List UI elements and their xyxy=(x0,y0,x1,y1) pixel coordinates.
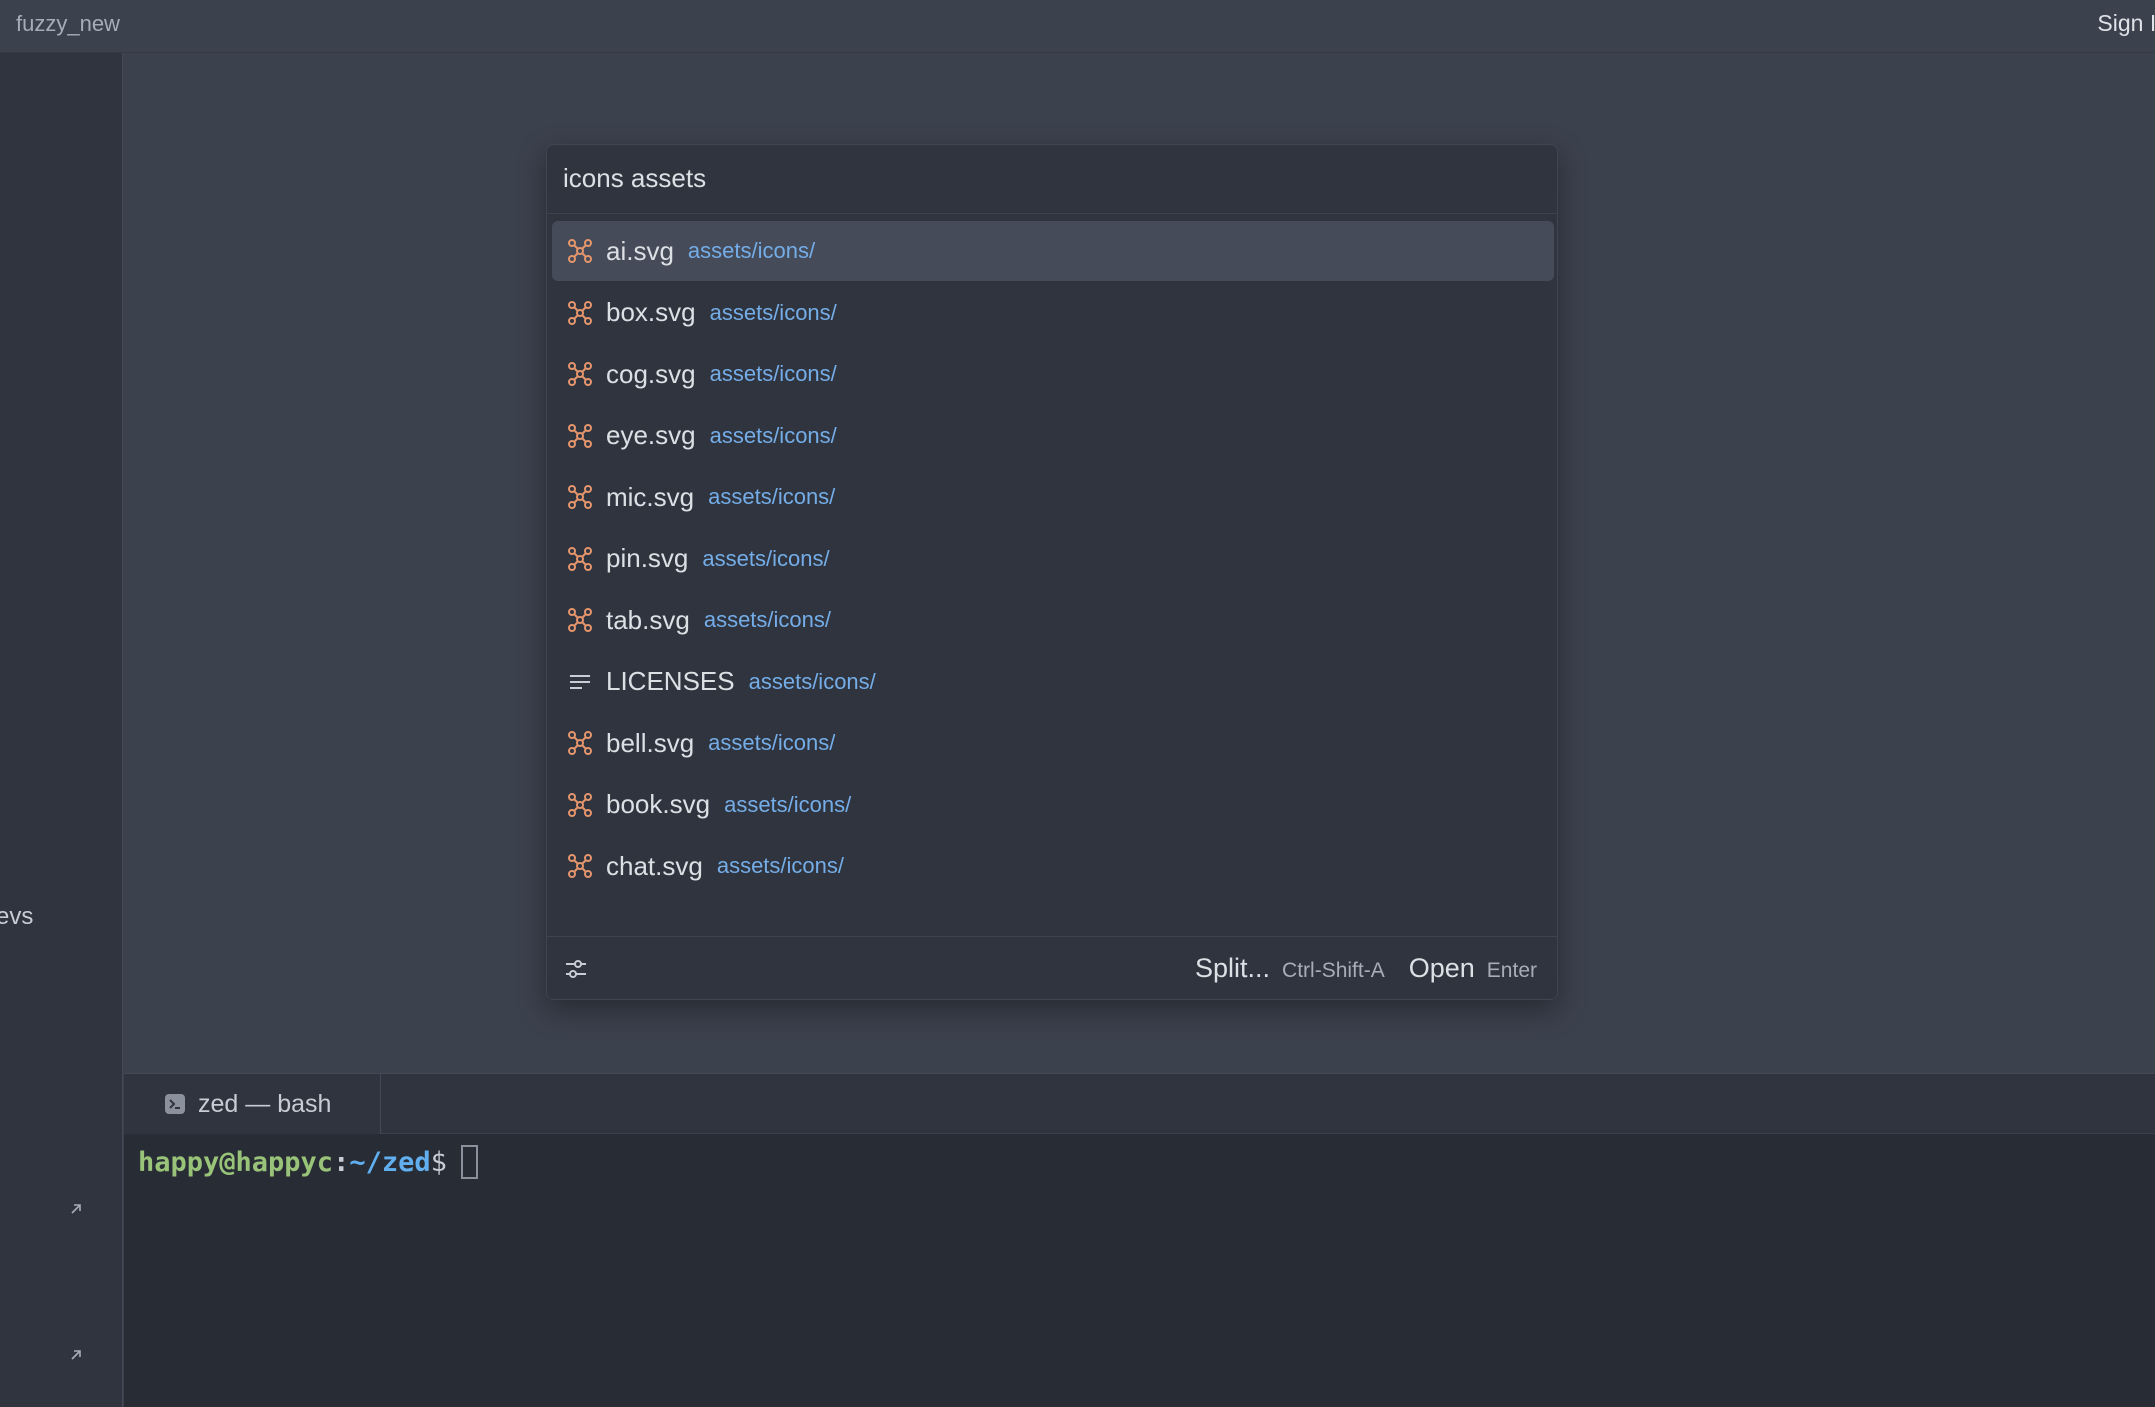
result-row[interactable]: mic.svg assets/icons/ xyxy=(552,467,1554,527)
result-path: assets/icons/ xyxy=(709,361,837,386)
terminal-cursor xyxy=(460,1145,478,1179)
result-row[interactable]: ai.svg assets/icons/ xyxy=(552,221,1554,281)
svg-file-icon xyxy=(566,852,594,880)
svg-file-icon xyxy=(566,237,594,265)
open-shortcut: Enter xyxy=(1486,959,1537,982)
svg-file-icon xyxy=(566,483,594,511)
result-path: assets/icons/ xyxy=(708,484,836,509)
dock-partial-label: evs xyxy=(0,903,34,930)
svg-file-icon xyxy=(566,360,594,388)
result-path: assets/icons/ xyxy=(687,238,816,263)
terminal-body[interactable]: happy@happyc : ~/zed $ xyxy=(138,1138,2138,1398)
result-row[interactable]: pin.svg assets/icons/ xyxy=(552,529,1554,589)
project-title[interactable]: fuzzy_new xyxy=(16,11,120,37)
split-shortcut: Ctrl-Shift-A xyxy=(1282,959,1385,982)
result-row[interactable]: cog.svg assets/icons/ xyxy=(552,344,1554,404)
arrow-up-right-icon[interactable] xyxy=(68,1201,84,1217)
prompt-symbol: $ xyxy=(430,1146,447,1178)
result-row[interactable]: LICENSES assets/icons/ xyxy=(552,652,1554,712)
result-row[interactable]: chat.svg assets/icons/ xyxy=(552,836,1554,881)
result-filename: chat.svg xyxy=(606,850,703,881)
result-filename: cog.svg xyxy=(606,358,696,389)
result-path: assets/icons/ xyxy=(709,422,837,448)
result-path: assets/icons/ xyxy=(748,668,876,694)
result-path: assets/icons/ xyxy=(709,299,837,325)
palette-footer: Split... Ctrl-Shift-A Open Enter xyxy=(547,936,1557,999)
result-row[interactable]: book.svg assets/icons/ xyxy=(552,775,1554,835)
result-filename: tab.svg xyxy=(606,604,690,635)
search-query-input[interactable]: icons assets xyxy=(563,163,706,194)
file-finder-palette: icons assets ai.svg assets/icons/box.svg a… xyxy=(546,144,1558,1000)
split-button[interactable]: Split... xyxy=(1195,953,1270,984)
result-filename: bell.svg xyxy=(606,727,695,758)
result-row[interactable]: bell.svg assets/icons/ xyxy=(552,713,1554,773)
left-dock: evs xyxy=(0,53,123,1407)
arrow-up-right-icon[interactable] xyxy=(68,1347,84,1363)
terminal-tab-bar: zed — bash xyxy=(124,1074,2155,1134)
result-filename: box.svg xyxy=(606,297,696,327)
result-row[interactable]: eye.svg assets/icons/ xyxy=(552,406,1554,466)
divider xyxy=(547,213,1557,214)
sign-in-button[interactable]: Sign In xyxy=(2097,10,2155,37)
filter-settings-icon[interactable] xyxy=(563,956,589,982)
svg-file-icon xyxy=(566,422,594,450)
result-row[interactable]: tab.svg assets/icons/ xyxy=(552,590,1554,650)
result-path: assets/icons/ xyxy=(716,853,844,878)
result-row[interactable]: box.svg assets/icons/ xyxy=(552,283,1554,343)
result-path: assets/icons/ xyxy=(708,730,836,755)
results-list: ai.svg assets/icons/box.svg assets/icons/c… xyxy=(547,221,1557,881)
shell-prompt: happy@happyc : ~/zed $ xyxy=(138,1138,2138,1186)
result-path: assets/icons/ xyxy=(702,545,830,571)
text-file-icon xyxy=(566,668,594,696)
app-window: fuzzy_new Sign In evs icons assets ai.sv… xyxy=(0,0,2155,1407)
svg-file-icon xyxy=(566,729,594,757)
result-filename: ai.svg xyxy=(606,235,674,266)
result-path: assets/icons/ xyxy=(703,607,831,632)
result-path: assets/icons/ xyxy=(724,791,852,817)
prompt-colon: : xyxy=(333,1146,350,1178)
prompt-path: ~/zed xyxy=(349,1146,431,1178)
svg-file-icon xyxy=(566,606,594,634)
terminal-panel: zed — bash happy@happyc : ~/zed $ xyxy=(124,1073,2155,1407)
terminal-tab[interactable]: zed — bash xyxy=(124,1074,381,1134)
footer-actions: Split... Ctrl-Shift-A Open Enter xyxy=(1195,953,1537,984)
result-filename: eye.svg xyxy=(606,420,696,450)
prompt-user-host: happy@happyc xyxy=(138,1146,334,1178)
svg-file-icon xyxy=(566,299,594,327)
title-bar: fuzzy_new Sign In xyxy=(0,0,2155,53)
result-filename: book.svg xyxy=(606,789,711,819)
terminal-tab-label: zed — bash xyxy=(198,1089,332,1118)
result-filename: mic.svg xyxy=(606,481,695,512)
open-button[interactable]: Open xyxy=(1409,953,1475,984)
result-filename: LICENSES xyxy=(606,666,735,696)
svg-file-icon xyxy=(566,545,594,573)
terminal-icon xyxy=(164,1093,186,1115)
result-filename: pin.svg xyxy=(606,543,689,573)
svg-file-icon xyxy=(566,791,594,819)
